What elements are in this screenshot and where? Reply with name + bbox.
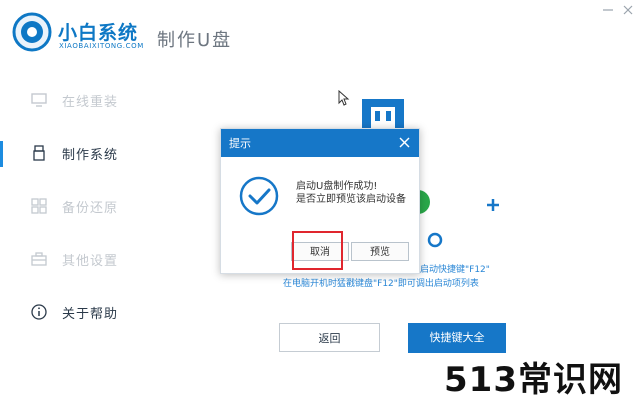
sidebar: 在线重装 制作系统 备份还原 其他设置 关于帮助 <box>0 72 140 405</box>
sidebar-item-online-reinstall[interactable]: 在线重装 <box>0 80 140 120</box>
plus-decoration-icon <box>487 199 499 211</box>
page-title: 制作U盘 <box>157 30 233 51</box>
highlight-box <box>292 231 343 270</box>
sidebar-item-label: 其他设置 <box>62 254 119 269</box>
boot-hint: 在电脑开机时猛戳键盘"F12"即可调出启动项列表 <box>283 279 479 289</box>
usb-drive-icon <box>33 145 45 161</box>
preview-button[interactable]: 预览 <box>351 242 409 261</box>
toolbox-icon <box>31 252 47 266</box>
dialog-close-icon[interactable] <box>399 137 410 148</box>
backup-grid-icon <box>31 198 47 214</box>
hotkey-list-button[interactable]: 快捷键大全 <box>408 323 506 353</box>
close-window-icon[interactable] <box>622 4 634 16</box>
sidebar-item-label: 在线重装 <box>62 95 119 110</box>
sidebar-item-make-system[interactable]: 制作系统 <box>0 133 140 173</box>
info-icon <box>31 304 47 320</box>
sidebar-item-other-settings[interactable]: 其他设置 <box>0 239 140 279</box>
brand-subtitle: XIAOBAIXITONG.COM <box>59 42 144 50</box>
sidebar-item-about-help[interactable]: 关于帮助 <box>0 292 140 332</box>
logo-icon <box>12 12 52 52</box>
mouse-cursor-icon <box>338 90 350 106</box>
app-header: 小白系统 XIAOBAIXITONG.COM 制作U盘 <box>0 0 642 72</box>
sidebar-item-label: 关于帮助 <box>62 307 119 322</box>
dialog-title: 提示 <box>229 137 251 150</box>
dialog-message-line2: 是否立即预览该启动设备 <box>296 194 406 205</box>
ring-decoration-icon <box>427 232 443 248</box>
sidebar-item-label: 备份还原 <box>62 201 119 216</box>
watermark-text: 513常识网 <box>444 360 623 400</box>
back-button[interactable]: 返回 <box>279 323 380 352</box>
minimize-icon[interactable] <box>602 4 614 16</box>
sidebar-item-backup-restore[interactable]: 备份还原 <box>0 186 140 226</box>
hotkey-hint: 启动快捷键"F12" <box>420 265 490 275</box>
monitor-icon <box>31 93 47 107</box>
active-indicator <box>0 141 3 167</box>
sidebar-item-label: 制作系统 <box>62 148 119 163</box>
success-check-icon <box>239 176 279 216</box>
brand-name: 小白系统 <box>58 22 139 44</box>
dialog-header: 提示 <box>221 129 419 157</box>
